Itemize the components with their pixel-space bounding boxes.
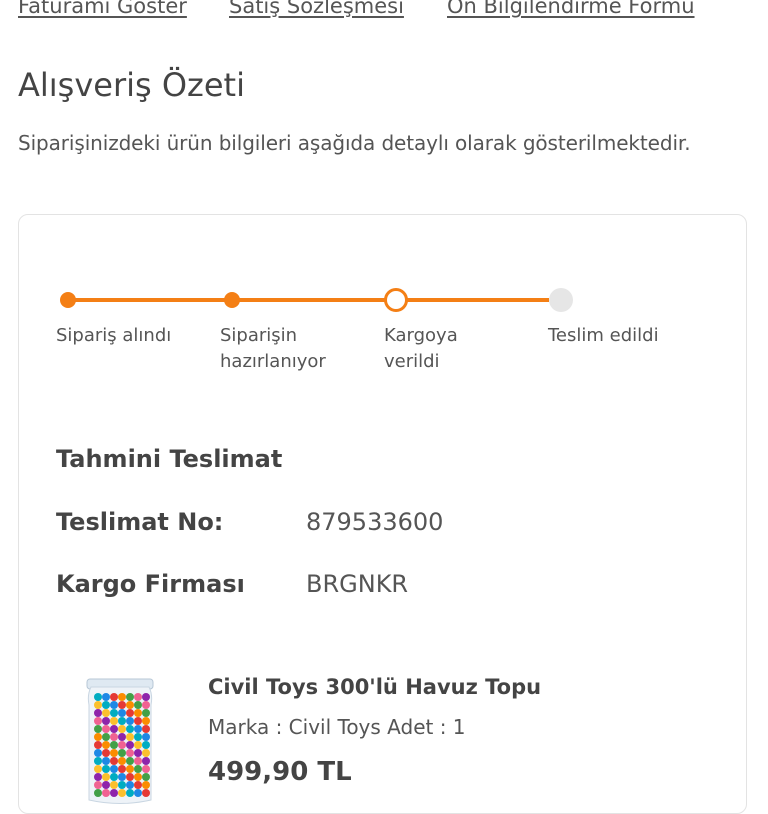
step-label-preparing: Siparişin hazırlanıyor: [220, 325, 326, 372]
product-image[interactable]: [81, 675, 159, 805]
step-dot-preparing: [224, 292, 240, 308]
carrier-label: Kargo Firması: [56, 570, 245, 598]
order-status-tracker: Sipariş alındı Siparişin hazırlanıyor Ka…: [19, 215, 746, 385]
estimated-delivery-heading: Tahmini Teslimat: [56, 445, 283, 473]
page-subtitle: Siparişinizdeki ürün bilgileri aşağıda d…: [18, 131, 691, 155]
product-price: 499,90 TL: [208, 757, 352, 787]
product-meta: Marka : Civil Toys Adet : 1: [208, 715, 466, 739]
carrier-value: BRGNKR: [306, 570, 409, 598]
preliminary-info-link[interactable]: Ön Bilgilendirme Formu: [447, 0, 695, 18]
sales-contract-link[interactable]: Satış Sözleşmesi: [229, 0, 404, 18]
invoice-link[interactable]: Faturamı Göster: [18, 0, 187, 18]
step-dot-shipped: [384, 288, 408, 312]
step-dot-delivered: [549, 288, 573, 312]
page-title: Alışveriş Özeti: [18, 66, 245, 104]
tracking-number-label: Teslimat No:: [56, 508, 224, 536]
step-dot-order-received: [60, 292, 76, 308]
top-links: Faturamı Göster Satış Sözleşmesi Ön Bilg…: [18, 0, 768, 26]
tracking-number-value: 879533600: [306, 508, 444, 536]
step-label-shipped: Kargoya verildi: [384, 325, 458, 372]
order-summary-card: Sipariş alındı Siparişin hazırlanıyor Ka…: [18, 214, 747, 814]
product-name[interactable]: Civil Toys 300'lü Havuz Topu: [208, 675, 541, 699]
step-label-order-received: Sipariş alındı: [56, 325, 172, 346]
progress-line: [69, 298, 549, 302]
step-label-delivered: Teslim edildi: [548, 325, 659, 346]
